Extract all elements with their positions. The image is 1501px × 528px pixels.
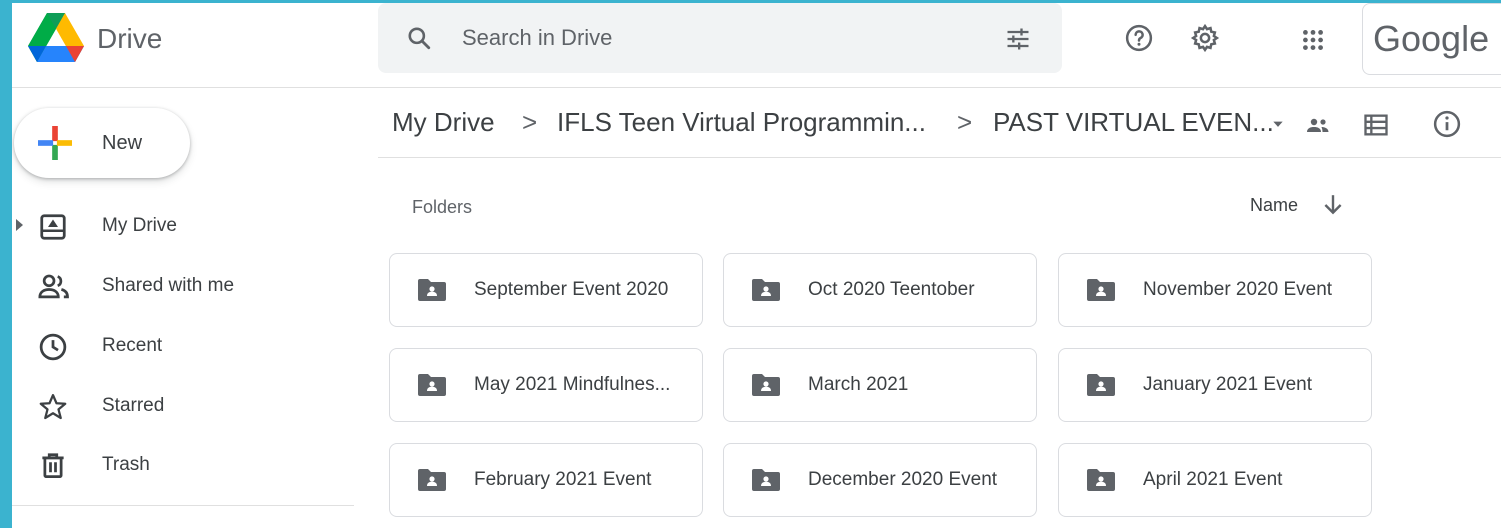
drive-logo-icon[interactable] <box>28 13 84 63</box>
search-input[interactable]: Search in Drive <box>462 25 612 51</box>
toolbar-divider <box>378 157 1501 158</box>
folder-item[interactable]: Oct 2020 Teentober <box>723 253 1037 327</box>
folder-name: February 2021 Event <box>474 469 652 490</box>
sidebar-item-my-drive[interactable]: My Drive <box>12 201 352 251</box>
drive-window: Drive Search in Drive Google New My Driv… <box>12 3 1501 528</box>
list-view-icon[interactable] <box>1362 111 1390 139</box>
help-icon[interactable] <box>1124 23 1154 53</box>
new-button[interactable]: New <box>14 108 190 178</box>
shared-folder-icon <box>1086 373 1116 402</box>
breadcrumb-separator: > <box>957 107 973 137</box>
sidebar-item-starred[interactable]: Starred <box>12 381 352 431</box>
breadcrumb-item-past-events[interactable]: PAST VIRTUAL EVEN... <box>993 107 1274 138</box>
shared-folder-icon <box>751 373 781 402</box>
breadcrumb-separator: > <box>522 107 538 137</box>
shared-folder-people-icon[interactable] <box>1304 115 1332 135</box>
star-icon <box>39 394 67 420</box>
new-button-label: New <box>102 132 143 154</box>
breadcrumb-item-my-drive[interactable]: My Drive <box>392 107 495 138</box>
folder-name: November 2020 Event <box>1143 279 1333 300</box>
dropdown-arrow-icon[interactable] <box>1271 117 1285 131</box>
folder-item[interactable]: April 2021 Event <box>1058 443 1372 517</box>
sidebar-item-trash[interactable]: Trash <box>12 440 352 490</box>
shared-folder-icon <box>417 468 447 497</box>
shared-folder-icon <box>1086 278 1116 307</box>
folder-name: April 2021 Event <box>1143 469 1283 490</box>
sort-by-name-button[interactable]: Name <box>1250 195 1298 216</box>
folder-item[interactable]: November 2020 Event <box>1058 253 1372 327</box>
shared-icon <box>38 274 69 299</box>
shared-folder-icon <box>417 278 447 307</box>
folder-name: May 2021 Mindfulnes... <box>474 374 671 395</box>
shared-folder-icon <box>751 468 781 497</box>
my-drive-icon <box>40 214 66 240</box>
folder-name: December 2020 Event <box>808 469 998 490</box>
folder-item[interactable]: December 2020 Event <box>723 443 1037 517</box>
folder-name: Oct 2020 Teentober <box>808 279 975 300</box>
app-header: Drive Search in Drive Google <box>12 3 1501 88</box>
sidebar-item-label: Shared with me <box>102 275 235 296</box>
expand-arrow-icon[interactable] <box>16 219 23 231</box>
trash-icon <box>42 453 64 478</box>
shared-folder-icon <box>751 278 781 307</box>
breadcrumb-item-ifls[interactable]: IFLS Teen Virtual Programmin... <box>557 107 926 138</box>
search-icon[interactable] <box>406 25 432 51</box>
google-wordmark: Google <box>1373 18 1490 59</box>
sidebar-item-label: My Drive <box>102 215 177 236</box>
shared-folder-icon <box>1086 468 1116 497</box>
sidebar-item-recent[interactable]: Recent <box>12 321 352 371</box>
folder-item[interactable]: March 2021 <box>723 348 1037 422</box>
folder-item[interactable]: September Event 2020 <box>389 253 703 327</box>
folder-name: September Event 2020 <box>474 279 669 300</box>
plus-icon <box>38 126 72 160</box>
sidebar-item-label: Recent <box>102 335 163 356</box>
folder-item[interactable]: February 2021 Event <box>389 443 703 517</box>
folder-name: January 2021 Event <box>1143 374 1313 395</box>
apps-grid-icon[interactable] <box>1300 27 1326 53</box>
app-name[interactable]: Drive <box>97 23 162 55</box>
folders-section-label: Folders <box>412 197 473 217</box>
search-bar[interactable]: Search in Drive <box>378 3 1062 73</box>
sidebar-item-label: Trash <box>102 454 150 475</box>
arrow-down-icon[interactable] <box>1322 193 1344 217</box>
folder-item[interactable]: May 2021 Mindfulnes... <box>389 348 703 422</box>
info-icon[interactable] <box>1432 109 1462 139</box>
folder-name: March 2021 <box>808 374 909 395</box>
sidebar-item-label: Starred <box>102 395 165 416</box>
sidebar-item-shared[interactable]: Shared with me <box>12 261 352 311</box>
folder-item[interactable]: January 2021 Event <box>1058 348 1372 422</box>
sidebar-divider <box>12 505 354 506</box>
clock-icon <box>39 333 67 361</box>
shared-folder-icon <box>417 373 447 402</box>
google-account-area[interactable]: Google <box>1362 3 1501 75</box>
search-options-icon[interactable] <box>1004 25 1032 53</box>
settings-icon[interactable] <box>1190 23 1220 53</box>
